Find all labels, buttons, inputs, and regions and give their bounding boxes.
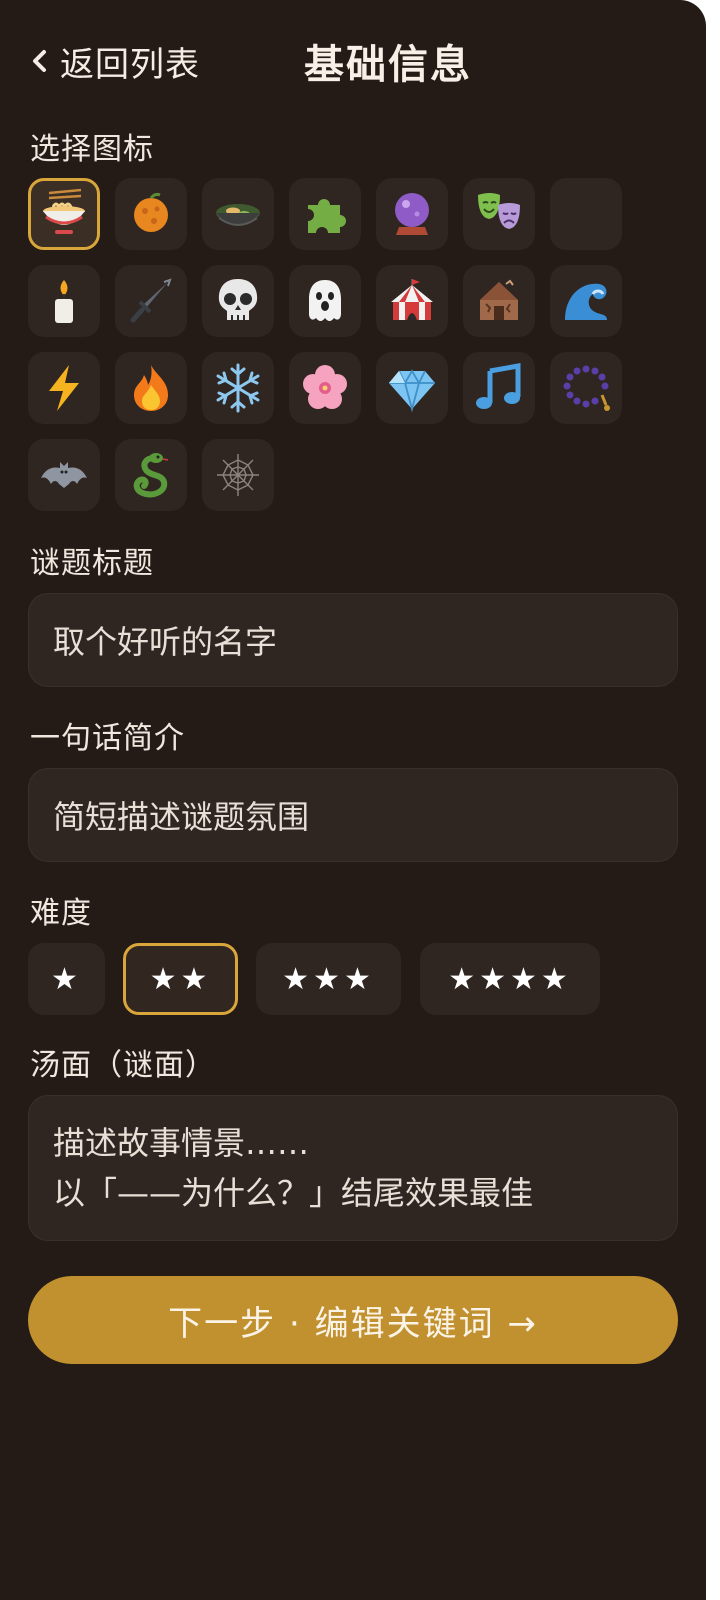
bat-icon <box>41 462 87 488</box>
icon-option-wave[interactable] <box>550 265 622 337</box>
stew-pot-icon <box>216 204 260 226</box>
top-bar: 返回列表 基础信息 <box>0 0 706 120</box>
icon-option-ghost[interactable] <box>289 265 361 337</box>
title-input[interactable]: 取个好听的名字 <box>28 593 678 687</box>
surface-placeholder-line-2: 以「——为什么？」结尾效果最佳 <box>53 1174 534 1212</box>
summary-input-placeholder: 简短描述谜题氛围 <box>53 798 310 836</box>
icon-option-snake[interactable] <box>115 439 187 511</box>
difficulty-label: 难度 <box>30 896 92 931</box>
icon-option-prayer-beads[interactable] <box>550 352 622 424</box>
icon-option-ruined-house[interactable] <box>463 265 535 337</box>
icon-option-crescent-moon[interactable] <box>550 178 622 250</box>
difficulty-option-1[interactable]: ★ <box>28 943 105 1015</box>
spider-web-icon <box>217 454 259 496</box>
difficulty-option-4[interactable]: ★★★★ <box>420 943 600 1015</box>
ghost-icon <box>309 280 341 321</box>
music-note-icon <box>476 363 521 409</box>
icon-option-puzzle-piece[interactable] <box>289 178 361 250</box>
snake-icon <box>133 453 169 498</box>
title-field-label: 谜题标题 <box>30 546 154 581</box>
candle-icon <box>55 280 73 323</box>
icon-option-spider-web[interactable] <box>202 439 274 511</box>
fire-icon <box>134 365 168 411</box>
summary-field-label: 一句话简介 <box>30 721 185 756</box>
icon-option-noodle-bowl[interactable] <box>28 178 100 250</box>
skull-icon <box>218 279 258 320</box>
wave-icon <box>565 283 607 320</box>
crystal-ball-icon <box>395 193 429 235</box>
chevron-left-icon <box>33 50 46 72</box>
dagger-icon <box>130 278 172 323</box>
surface-field-label: 汤面（谜面） <box>30 1048 216 1083</box>
icon-option-cherry-blossom[interactable] <box>289 352 361 424</box>
title-input-placeholder: 取个好听的名字 <box>53 623 278 661</box>
snowflake-icon <box>216 363 260 413</box>
page-title: 基础信息 <box>304 42 472 88</box>
icon-option-theater-masks[interactable] <box>463 178 535 250</box>
icon-option-skull[interactable] <box>202 265 274 337</box>
icon-section-label: 选择图标 <box>30 132 154 167</box>
noodle-bowl-icon <box>43 188 85 234</box>
orange-icon <box>134 192 168 232</box>
screen: 返回列表 基础信息 选择图标 谜题标题 取个好听的名字 一句话简介 简短描述谜题… <box>0 0 706 1600</box>
difficulty-option-3[interactable]: ★★★ <box>256 943 401 1015</box>
icon-option-dagger[interactable] <box>115 265 187 337</box>
crescent-moon-icon <box>569 195 610 238</box>
gem-icon <box>389 369 435 413</box>
icon-option-fire[interactable] <box>115 352 187 424</box>
icon-option-lightning[interactable] <box>28 352 100 424</box>
icon-option-music-note[interactable] <box>463 352 535 424</box>
back-button[interactable]: 返回列表 <box>28 36 200 86</box>
circus-tent-icon <box>391 279 433 320</box>
lightning-icon <box>49 365 79 411</box>
icon-option-gem[interactable] <box>376 352 448 424</box>
puzzle-piece-icon <box>308 199 346 233</box>
prayer-beads-icon <box>563 365 610 411</box>
ruined-house-icon <box>480 279 518 320</box>
icon-option-orange[interactable] <box>115 178 187 250</box>
next-step-button[interactable]: 下一步 · 编辑关键词 → <box>28 1276 678 1364</box>
surface-placeholder-line-1: 描述故事情景…… <box>53 1124 310 1162</box>
difficulty-option-2[interactable]: ★★ <box>123 943 238 1015</box>
icon-option-crystal-ball[interactable] <box>376 178 448 250</box>
summary-input[interactable]: 简短描述谜题氛围 <box>28 768 678 862</box>
icon-option-bat[interactable] <box>28 439 100 511</box>
theater-masks-icon <box>478 193 520 229</box>
icon-option-candle[interactable] <box>28 265 100 337</box>
cherry-blossom-icon <box>303 365 347 409</box>
surface-textarea[interactable]: 描述故事情景…… 以「——为什么？」结尾效果最佳 <box>28 1095 678 1241</box>
back-label: 返回列表 <box>60 44 200 85</box>
icon-option-snowflake[interactable] <box>202 352 274 424</box>
icon-option-stew-pot[interactable] <box>202 178 274 250</box>
icon-option-circus-tent[interactable] <box>376 265 448 337</box>
